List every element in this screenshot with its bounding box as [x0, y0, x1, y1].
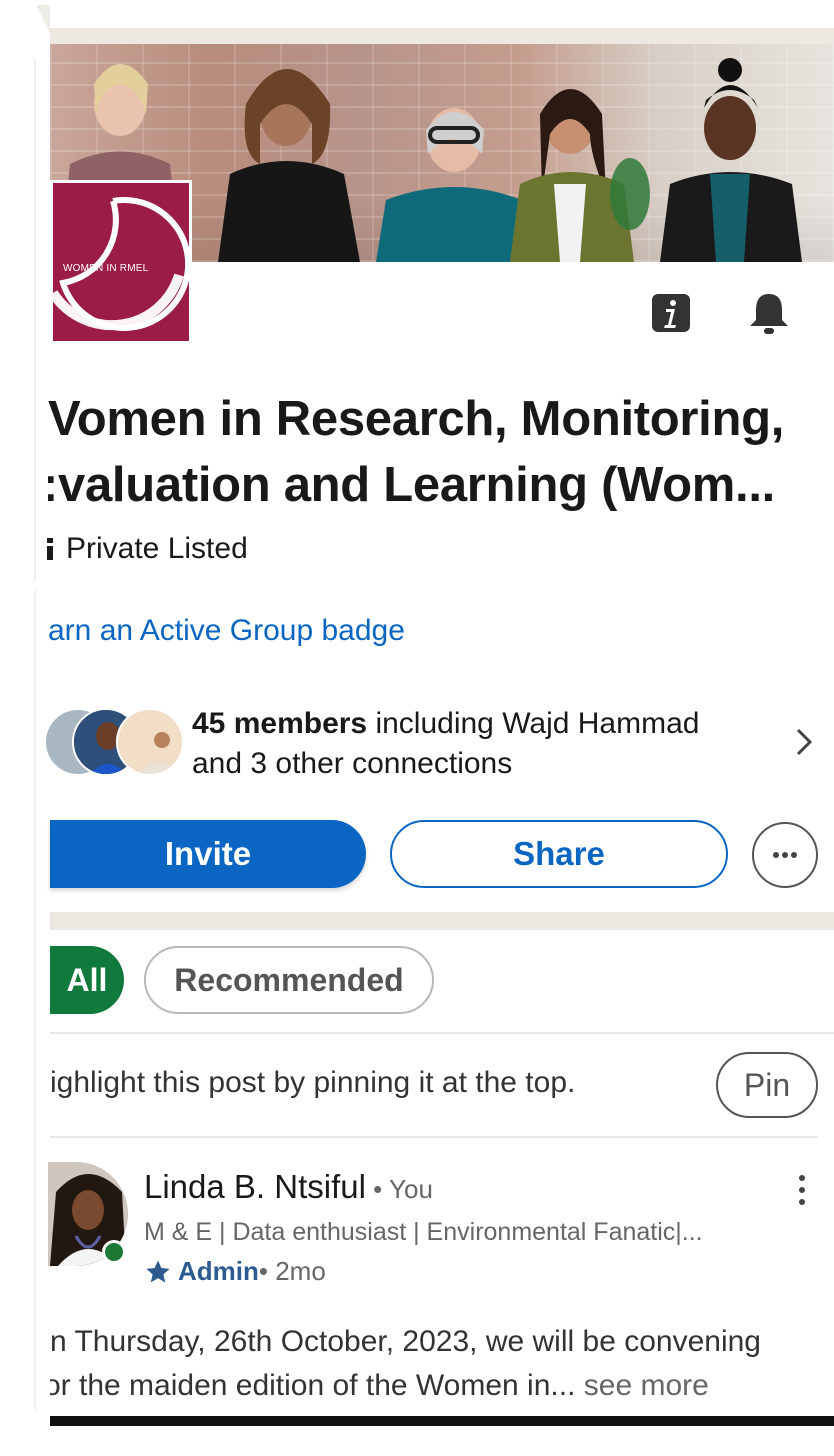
- privacy-label: Private Listed: [66, 532, 248, 565]
- post-body: n Thursday, 26th October, 2023, we will …: [50, 1320, 834, 1408]
- group-title-line-1: Vomen in Research, Monitoring,: [48, 392, 785, 446]
- post-body-line-2: or the maiden edition of the Women in...: [50, 1369, 576, 1402]
- post-body-line-1: n Thursday, 26th October, 2023, we will …: [50, 1325, 761, 1358]
- privacy-icon: [44, 534, 56, 560]
- star-icon: [144, 1258, 172, 1286]
- group-logo[interactable]: WOMEN IN RMEL: [50, 180, 192, 344]
- share-button[interactable]: Share: [390, 820, 728, 888]
- chevron-right-icon[interactable]: [790, 722, 818, 762]
- section-divider: [50, 912, 834, 930]
- cover-top-band: [50, 28, 834, 44]
- filter-chip-all[interactable]: All: [50, 946, 124, 1014]
- members-connections-line2: and 3 other connections: [192, 747, 513, 780]
- active-group-badge-link[interactable]: arn an Active Group badge: [48, 614, 405, 648]
- pin-prompt-text: ighlight this post by pinning it at the …: [50, 1066, 576, 1099]
- invite-button[interactable]: Invite: [50, 820, 366, 888]
- post-author-name[interactable]: Linda B. Ntsiful: [144, 1168, 366, 1205]
- post-time: • 2mo: [258, 1256, 326, 1286]
- member-avatar-3: [116, 708, 184, 776]
- post-author-headline: M & E | Data enthusiast | Environmental …: [144, 1218, 703, 1246]
- see-more-link[interactable]: see more: [575, 1369, 709, 1402]
- divider: [50, 1136, 818, 1138]
- group-title-line-2: :valuation and Learning (Wom...: [48, 458, 775, 512]
- group-privacy: Private Listed: [44, 532, 248, 566]
- bottom-edge-bar: [50, 1416, 834, 1426]
- ellipsis-icon: [773, 852, 797, 858]
- members-connections-line1: including Wajd Hammad: [367, 707, 700, 740]
- post-author[interactable]: Linda B. Ntsiful • You: [144, 1168, 433, 1206]
- filter-chip-recommended[interactable]: Recommended: [144, 946, 434, 1014]
- online-status-indicator: [102, 1240, 126, 1264]
- post-overflow-menu-icon[interactable]: [792, 1172, 812, 1208]
- group-title: Vomen in Research, Monitoring, :valuatio…: [48, 386, 834, 518]
- members-summary[interactable]: 45 members including Wajd Hammad and 3 o…: [192, 704, 752, 784]
- divider: [50, 1032, 834, 1034]
- pin-button[interactable]: Pin: [716, 1052, 818, 1118]
- member-avatars[interactable]: [44, 706, 184, 780]
- left-screen-edge: [0, 0, 50, 1456]
- post-meta: Admin • 2mo: [144, 1256, 326, 1287]
- post-author-relation: • You: [365, 1174, 433, 1204]
- info-icon[interactable]: [652, 294, 690, 332]
- members-count: 45 members: [192, 707, 368, 740]
- group-logo-text: WOMEN IN RMEL: [63, 263, 149, 274]
- more-options-button[interactable]: [752, 822, 818, 888]
- bell-icon[interactable]: [746, 290, 792, 336]
- post-author-role: Admin: [178, 1256, 259, 1286]
